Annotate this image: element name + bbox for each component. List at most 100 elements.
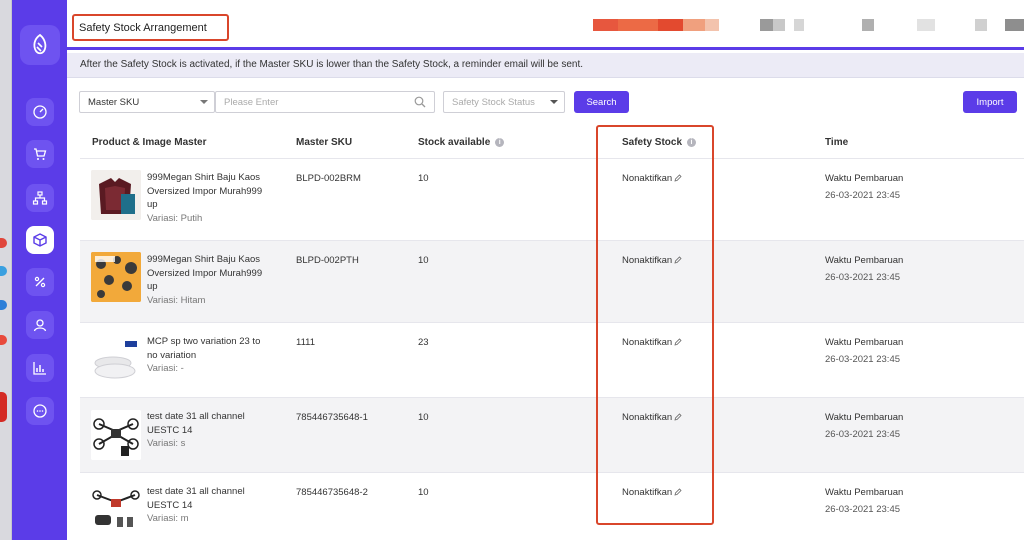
product-name[interactable]: MCP sp two variation 23 to no variation	[147, 335, 272, 362]
search-button[interactable]: Search	[574, 91, 629, 113]
edit-icon[interactable]	[674, 338, 682, 346]
safety-stock-table: Product & Image Master Master SKU Stock …	[80, 126, 1024, 540]
percent-icon	[34, 276, 46, 288]
app-logo[interactable]	[20, 25, 60, 65]
search-type-value: Master SKU	[88, 97, 140, 108]
sidebar-item-orders[interactable]	[26, 140, 54, 168]
sidebar-item-dashboard[interactable]	[26, 98, 54, 126]
col-time: Time	[825, 137, 849, 148]
stock-available: 10	[418, 487, 429, 498]
col-safety-stock: Safety Stock i	[622, 137, 697, 148]
product-name[interactable]: test date 31 all channel UESTC 14	[147, 485, 272, 512]
notice-text: After the Safety Stock is activated, if …	[80, 59, 583, 70]
sidebar	[12, 0, 67, 540]
col-master-sku: Master SKU	[296, 137, 353, 148]
info-icon[interactable]: i	[687, 138, 697, 147]
search-icon	[414, 96, 426, 108]
stock-available: 23	[418, 337, 429, 348]
safety-stock-value: Nonaktifkan	[622, 255, 682, 266]
table-header: Product & Image Master Master SKU Stock …	[80, 126, 1024, 159]
product-variation: Variasi: Putih	[147, 212, 203, 224]
time-label: Waktu Pembaruan	[825, 487, 904, 498]
product-name[interactable]: 999Megan Shirt Baju Kaos Oversized Impor…	[147, 253, 272, 294]
sidebar-item-chat[interactable]	[26, 397, 54, 425]
bar-chart-icon	[33, 362, 46, 375]
info-icon[interactable]: i	[495, 138, 505, 147]
product-image	[91, 170, 141, 220]
app-dot-blue2	[0, 300, 7, 310]
product-image	[91, 485, 141, 535]
edit-icon[interactable]	[674, 488, 682, 496]
product-image	[91, 252, 141, 302]
table-row: test date 31 all channel UESTC 14 Varias…	[80, 398, 1024, 473]
table-row: test date 31 all channel UESTC 14 Varias…	[80, 473, 1024, 540]
safety-stock-value: Nonaktifkan	[622, 487, 682, 498]
edit-icon[interactable]	[674, 174, 682, 182]
time-label: Waktu Pembaruan	[825, 412, 904, 423]
logo-icon	[33, 33, 47, 55]
product-name[interactable]: test date 31 all channel UESTC 14	[147, 410, 272, 437]
chevron-down-icon	[550, 100, 558, 104]
box-icon	[33, 233, 47, 247]
desktop-edge	[0, 0, 12, 540]
edit-icon[interactable]	[674, 413, 682, 421]
chat-icon	[33, 404, 47, 418]
product-image	[91, 410, 141, 460]
page-title: Safety Stock Arrangement	[79, 22, 207, 34]
sitemap-icon	[32, 191, 48, 205]
product-variation: Variasi: -	[147, 363, 184, 374]
table-row: 999Megan Shirt Baju Kaos Oversized Impor…	[80, 159, 1024, 241]
app-dot-blue	[0, 266, 7, 276]
user-icon	[33, 319, 47, 332]
stock-available: 10	[418, 255, 429, 266]
sidebar-item-customers[interactable]	[26, 311, 54, 339]
search-type-select[interactable]: Master SKU	[79, 91, 215, 113]
search-input[interactable]: Please Enter	[215, 91, 435, 113]
filter-bar: Master SKU Please Enter Safety Stock Sta…	[67, 78, 1024, 126]
col-stock-available: Stock available i	[418, 137, 505, 148]
time-label: Waktu Pembaruan	[825, 255, 904, 266]
col-product: Product & Image Master	[92, 137, 207, 148]
master-sku: 785446735648-2	[296, 487, 368, 498]
stock-available: 10	[418, 412, 429, 423]
product-variation: Variasi: s	[147, 438, 186, 449]
sidebar-item-structure[interactable]	[26, 184, 54, 212]
safety-stock-value: Nonaktifkan	[622, 337, 682, 348]
safety-status-placeholder: Safety Stock Status	[452, 97, 535, 108]
search-placeholder: Please Enter	[224, 97, 279, 108]
safety-stock-value: Nonaktifkan	[622, 173, 682, 184]
import-button[interactable]: Import	[963, 91, 1017, 113]
master-sku: 785446735648-1	[296, 412, 368, 423]
time-label: Waktu Pembaruan	[825, 337, 904, 348]
time-value: 26-03-2021 23:45	[825, 354, 901, 365]
product-name-block: 999Megan Shirt Baju Kaos Oversized Impor…	[147, 171, 272, 225]
master-sku: BLPD-002BRM	[296, 173, 361, 184]
stock-available: 10	[418, 173, 429, 184]
top-header: Safety Stock Arrangement	[67, 0, 1024, 50]
safety-stock-value: Nonaktifkan	[622, 412, 682, 423]
cart-icon	[34, 148, 47, 160]
time-value: 26-03-2021 23:45	[825, 190, 901, 201]
time-value: 26-03-2021 23:45	[825, 429, 901, 440]
product-name-block: MCP sp two variation 23 to no variation …	[147, 335, 272, 376]
sidebar-item-promotion[interactable]	[26, 268, 54, 296]
time-label: Waktu Pembaruan	[825, 173, 904, 184]
edit-icon[interactable]	[674, 256, 682, 264]
safety-status-select[interactable]: Safety Stock Status	[443, 91, 565, 113]
master-sku: 1111	[296, 337, 316, 348]
product-name-block: test date 31 all channel UESTC 14 Varias…	[147, 410, 272, 451]
product-name-block: test date 31 all channel UESTC 14 Varias…	[147, 485, 272, 526]
app-dot-red2	[0, 335, 7, 345]
time-value: 26-03-2021 23:45	[825, 504, 901, 515]
sidebar-item-inventory[interactable]	[26, 226, 54, 254]
product-name-block: 999Megan Shirt Baju Kaos Oversized Impor…	[147, 253, 272, 307]
product-name[interactable]: 999Megan Shirt Baju Kaos Oversized Impor…	[147, 171, 272, 212]
app-block-red	[0, 392, 7, 422]
table-row: 999Megan Shirt Baju Kaos Oversized Impor…	[80, 241, 1024, 323]
gauge-icon	[33, 105, 47, 119]
sidebar-item-reports[interactable]	[26, 354, 54, 382]
product-image	[91, 337, 141, 387]
chevron-down-icon	[200, 100, 208, 104]
product-variation: Variasi: m	[147, 513, 189, 524]
master-sku: BLPD-002PTH	[296, 255, 359, 266]
